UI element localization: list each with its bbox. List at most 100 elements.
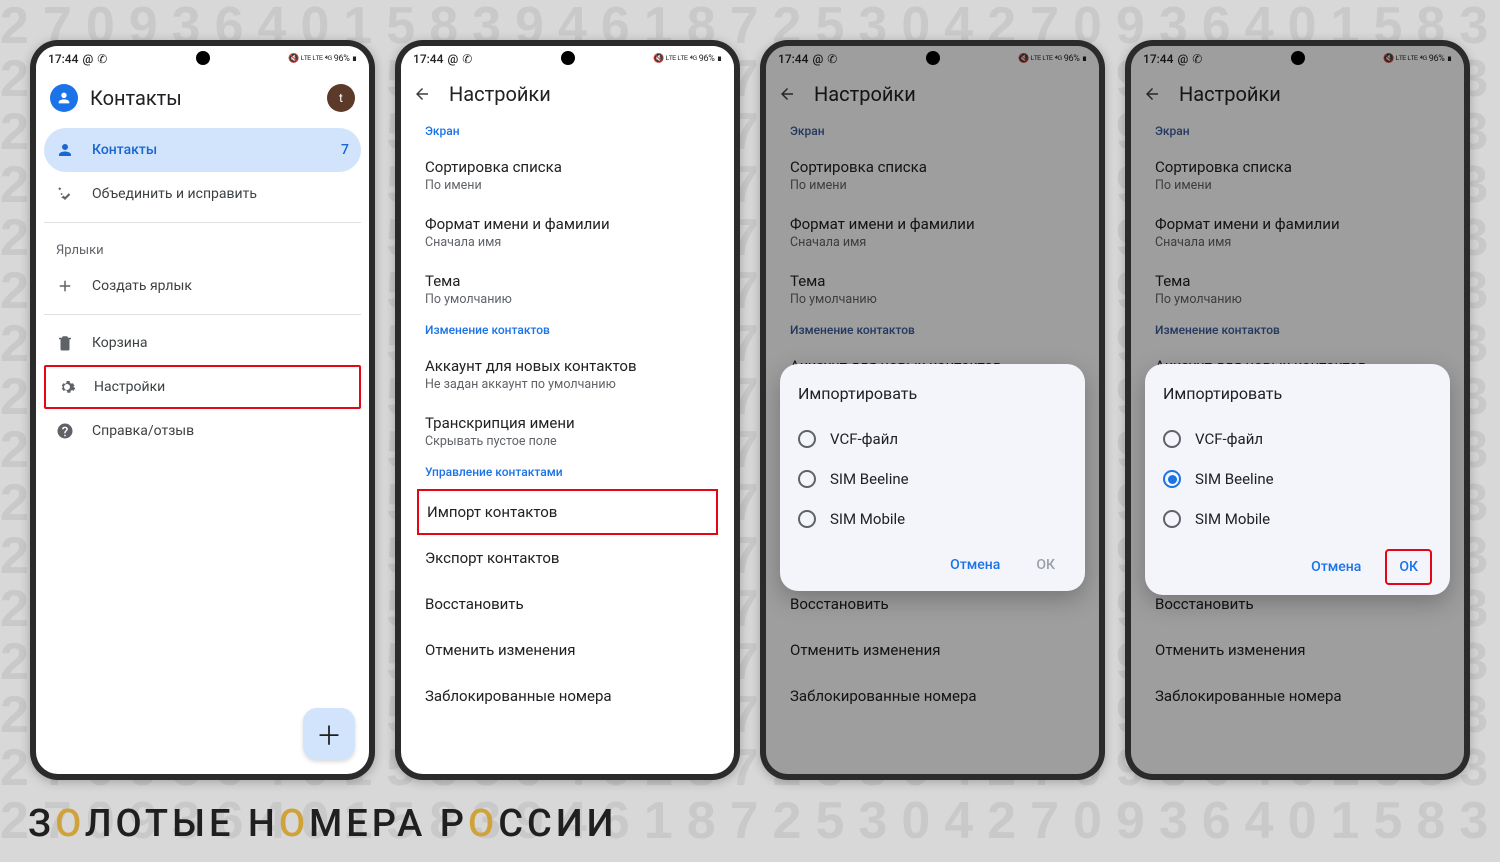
status-viber-icon: ✆	[97, 52, 107, 66]
radio-vcf[interactable]: VCF-файл	[1163, 419, 1432, 459]
row-blocked-numbers[interactable]: Заблокированные номера	[766, 673, 1099, 719]
status-at-icon: @	[447, 52, 458, 66]
person-icon	[56, 141, 74, 159]
status-lte-icon: ᴸᵀᴱ ᴸᵀᴱ ⁴ᴳ	[1396, 54, 1427, 65]
status-battery: 96%	[1429, 54, 1445, 64]
settings-title: Настройки	[449, 82, 551, 106]
camera-hole	[1291, 51, 1305, 65]
status-time: 17:44	[778, 52, 808, 66]
nav-contacts-label: Контакты	[92, 142, 157, 158]
phone-frame-3: 17:44 @ ✆ 🔇 ᴸᵀᴱ ᴸᵀᴱ ⁴ᴳ 96% ∎ Настройки Э…	[760, 40, 1105, 780]
radio-sim1-label: SIM Beeline	[1195, 470, 1274, 488]
status-at-icon: @	[812, 52, 823, 66]
nav-settings[interactable]: Настройки	[44, 365, 361, 409]
status-at-icon: @	[1177, 52, 1188, 66]
section-edit-contacts: Изменение контактов	[1131, 319, 1464, 347]
status-viber-icon: ✆	[827, 52, 837, 66]
radio-icon	[798, 470, 816, 488]
app-title: Контакты	[90, 86, 182, 110]
row-blocked-numbers[interactable]: Заблокированные номера	[1131, 673, 1464, 719]
phone-frame-1: 17:44 @ ✆ 🔇 ᴸᵀᴱ ᴸᵀᴱ ⁴ᴳ 96% ∎ Контакты t	[30, 40, 375, 780]
divider	[44, 222, 361, 223]
nav-create-label[interactable]: Создать ярлык	[44, 264, 361, 308]
ok-button: ОК	[1024, 549, 1067, 581]
import-dialog: Импортировать VCF-файл SIM Beeline SIM M…	[1145, 364, 1450, 595]
row-blocked-numbers[interactable]: Заблокированные номера	[401, 673, 734, 719]
row-sort[interactable]: Сортировка списка По имени	[1131, 148, 1464, 205]
status-battery-icon: ∎	[717, 54, 722, 64]
section-screen: Экран	[1131, 120, 1464, 148]
camera-hole	[926, 51, 940, 65]
status-battery-icon: ∎	[1447, 54, 1452, 64]
phone-frame-2: 17:44 @ ✆ 🔇 ᴸᵀᴱ ᴸᵀᴱ ⁴ᴳ 96% ∎ Настройки Э…	[395, 40, 740, 780]
nav-settings-label: Настройки	[94, 379, 165, 395]
radio-icon	[798, 510, 816, 528]
status-time: 17:44	[413, 52, 443, 66]
cancel-button[interactable]: Отмена	[938, 549, 1012, 581]
add-contact-fab[interactable]: ＋	[303, 708, 355, 760]
nav-create-label-text: Создать ярлык	[92, 278, 192, 294]
status-battery: 96%	[334, 54, 350, 64]
ok-button[interactable]: ОК	[1385, 549, 1432, 585]
import-dialog: Импортировать VCF-файл SIM Beeline SIM M…	[780, 364, 1085, 591]
radio-sim-beeline[interactable]: SIM Beeline	[798, 459, 1067, 499]
nav-help[interactable]: Справка/отзыв	[44, 409, 361, 453]
row-undo-changes[interactable]: Отменить изменения	[1131, 627, 1464, 673]
phone-frame-4: 17:44 @ ✆ 🔇 ᴸᵀᴱ ᴸᵀᴱ ⁴ᴳ 96% ∎ Настройки Э…	[1125, 40, 1470, 780]
radio-icon	[798, 430, 816, 448]
radio-sim-beeline[interactable]: SIM Beeline	[1163, 459, 1432, 499]
divider	[44, 314, 361, 315]
cancel-button[interactable]: Отмена	[1299, 551, 1373, 583]
app-header: Контакты t	[36, 72, 369, 124]
radio-icon-checked	[1163, 470, 1181, 488]
plus-icon	[56, 277, 74, 295]
dialog-title: Импортировать	[798, 384, 1067, 403]
row-sort[interactable]: Сортировка списка По имени	[401, 148, 734, 205]
status-mute-icon: 🔇	[1383, 54, 1394, 64]
back-icon[interactable]	[1143, 85, 1161, 103]
row-theme[interactable]: Тема По умолчанию	[401, 262, 734, 319]
nav-merge-fix[interactable]: Объединить и исправить	[44, 172, 361, 216]
row-undo-changes[interactable]: Отменить изменения	[766, 627, 1099, 673]
radio-vcf[interactable]: VCF-файл	[798, 419, 1067, 459]
status-viber-icon: ✆	[1192, 52, 1202, 66]
row-default-account[interactable]: Аккаунт для новых контактов Не задан акк…	[401, 347, 734, 404]
nav-help-label: Справка/отзыв	[92, 423, 194, 439]
contacts-app-icon	[50, 84, 78, 112]
radio-icon	[1163, 510, 1181, 528]
row-name-format[interactable]: Формат имени и фамилии Сначала имя	[766, 205, 1099, 262]
section-edit-contacts: Изменение контактов	[766, 319, 1099, 347]
radio-sim-mobile[interactable]: SIM Mobile	[1163, 499, 1432, 539]
radio-sim2-label: SIM Mobile	[830, 510, 905, 528]
row-theme[interactable]: Тема По умолчанию	[1131, 262, 1464, 319]
status-battery-icon: ∎	[352, 54, 357, 64]
status-battery: 96%	[699, 54, 715, 64]
dialog-title: Импортировать	[1163, 384, 1432, 403]
camera-hole	[196, 51, 210, 65]
camera-hole	[561, 51, 575, 65]
row-import-contacts[interactable]: Импорт контактов	[417, 489, 718, 535]
status-mute-icon: 🔇	[653, 54, 664, 64]
row-theme[interactable]: Тема По умолчанию	[766, 262, 1099, 319]
row-undo-changes[interactable]: Отменить изменения	[401, 627, 734, 673]
nav-merge-label: Объединить и исправить	[92, 186, 257, 202]
nav-trash-label: Корзина	[92, 335, 148, 351]
nav-contacts[interactable]: Контакты 7	[44, 128, 361, 172]
row-phonetic[interactable]: Транскрипция имени Скрывать пустое поле	[401, 404, 734, 461]
row-name-format[interactable]: Формат имени и фамилии Сначала имя	[1131, 205, 1464, 262]
nav-trash[interactable]: Корзина	[44, 321, 361, 365]
labels-section-title: Ярлыки	[44, 229, 361, 264]
back-icon[interactable]	[413, 85, 431, 103]
status-battery: 96%	[1064, 54, 1080, 64]
radio-sim-mobile[interactable]: SIM Mobile	[798, 499, 1067, 539]
row-sort[interactable]: Сортировка списка По имени	[766, 148, 1099, 205]
row-export-contacts[interactable]: Экспорт контактов	[401, 535, 734, 581]
status-time: 17:44	[48, 52, 78, 66]
status-lte-icon: ᴸᵀᴱ ᴸᵀᴱ ⁴ᴳ	[666, 54, 697, 65]
row-restore[interactable]: Восстановить	[401, 581, 734, 627]
wand-icon	[56, 185, 74, 203]
row-name-format[interactable]: Формат имени и фамилии Сначала имя	[401, 205, 734, 262]
status-mute-icon: 🔇	[1018, 54, 1029, 64]
back-icon[interactable]	[778, 85, 796, 103]
account-avatar[interactable]: t	[327, 84, 355, 112]
